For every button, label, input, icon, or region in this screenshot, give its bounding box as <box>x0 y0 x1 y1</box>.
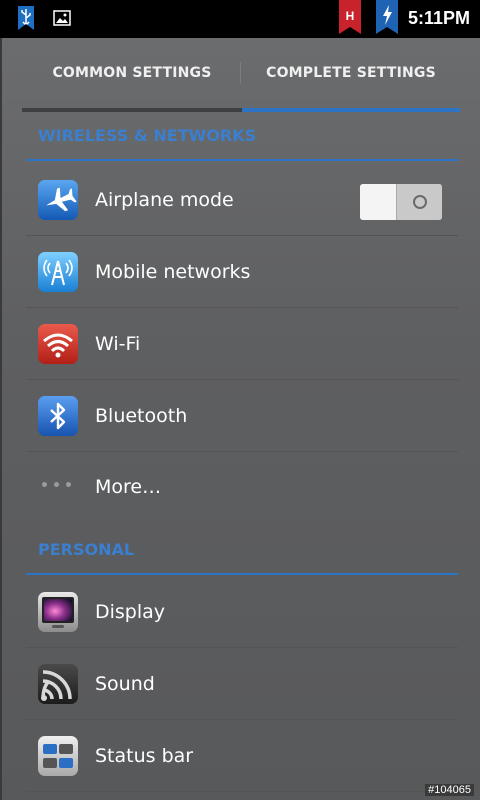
more-dots-icon <box>42 482 72 490</box>
h-network-label: H <box>346 9 355 23</box>
image-icon <box>53 10 71 26</box>
h-network-icon: H <box>339 0 361 34</box>
settings-item-airplane-mode[interactable]: Airplane mode <box>26 164 458 236</box>
settings-item-label: Display <box>95 601 166 623</box>
settings-item-sound[interactable]: Sound <box>26 648 458 720</box>
tab-underline-active <box>242 108 460 112</box>
sound-icon <box>38 664 78 704</box>
section-header-personal: PERSONAL <box>26 535 458 575</box>
tab-common-settings[interactable]: COMMON SETTINGS <box>22 38 242 108</box>
airplane-mode-toggle[interactable] <box>360 184 442 220</box>
usb-icon <box>18 6 34 30</box>
display-icon <box>38 592 78 632</box>
settings-item-more[interactable]: More… <box>26 452 458 522</box>
status-bar: H 5:11PM <box>0 0 480 38</box>
tab-divider <box>240 62 241 84</box>
airplane-icon <box>38 180 78 220</box>
settings-item-label: Mobile networks <box>95 261 251 283</box>
settings-item-label: Status bar <box>95 745 194 767</box>
settings-item-label: Airplane mode <box>95 189 234 211</box>
settings-panel: COMMON SETTINGS COMPLETE SETTINGS WIRELE… <box>0 38 480 800</box>
clock: 5:11PM <box>407 8 470 28</box>
settings-item-status-bar[interactable]: Status bar <box>26 720 458 792</box>
toggle-track-off <box>360 184 396 220</box>
dot <box>66 482 71 487</box>
settings-item-label: Wi-Fi <box>95 333 141 355</box>
dot <box>42 482 47 487</box>
settings-item-label: Bluetooth <box>95 405 188 427</box>
watermark: #104065 <box>425 784 474 796</box>
settings-item-label: Sound <box>95 673 155 695</box>
settings-tabs: COMMON SETTINGS COMPLETE SETTINGS <box>2 38 480 112</box>
settings-item-label: More… <box>95 476 162 498</box>
settings-item-bluetooth[interactable]: Bluetooth <box>26 380 458 452</box>
dot <box>54 482 59 487</box>
settings-item-display[interactable]: Display <box>26 576 458 648</box>
bluetooth-icon <box>38 396 78 436</box>
toggle-off-indicator <box>413 195 427 209</box>
antenna-icon <box>38 252 78 292</box>
tab-complete-settings[interactable]: COMPLETE SETTINGS <box>242 38 460 108</box>
status-bar-icon <box>38 736 78 776</box>
settings-item-mobile-networks[interactable]: Mobile networks <box>26 236 458 308</box>
tab-underline-inactive <box>22 108 242 112</box>
wifi-icon <box>38 324 78 364</box>
toggle-thumb <box>396 184 442 220</box>
section-header-wireless: WIRELESS & NETWORKS <box>26 121 458 161</box>
settings-item-wifi[interactable]: Wi-Fi <box>26 308 458 380</box>
charging-icon <box>376 0 398 34</box>
